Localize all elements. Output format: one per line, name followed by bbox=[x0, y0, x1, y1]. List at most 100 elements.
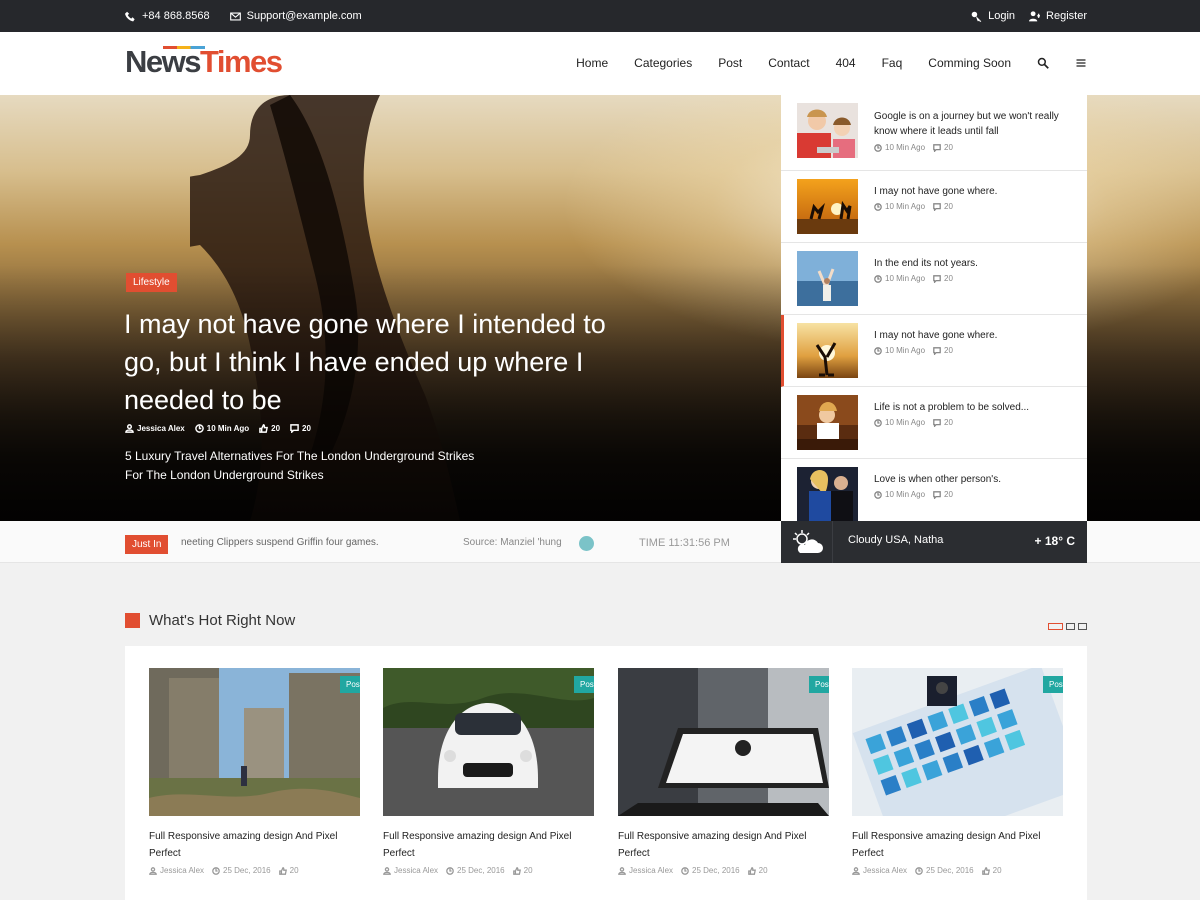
comment-icon bbox=[933, 274, 941, 283]
just-in-label: Just In bbox=[125, 535, 169, 554]
side-post-item[interactable]: Google is on a journey but we won't real… bbox=[781, 95, 1087, 171]
nav-404[interactable]: 404 bbox=[836, 56, 856, 70]
phone-icon bbox=[125, 11, 135, 21]
post-card[interactable]: Post Full Responsive amazing design And … bbox=[618, 668, 829, 875]
clock-icon bbox=[874, 274, 882, 283]
post-thumbnail bbox=[797, 323, 858, 378]
side-post-meta: 10 Min Ago 20 bbox=[874, 490, 953, 499]
pager-dot[interactable] bbox=[1078, 623, 1087, 630]
post-card-badge[interactable]: Post bbox=[808, 676, 829, 693]
clock-icon bbox=[212, 866, 220, 875]
nav-faq[interactable]: Faq bbox=[882, 56, 903, 70]
side-post-item[interactable]: In the end its not years. 10 Min Ago 20 bbox=[781, 243, 1087, 315]
key-icon bbox=[971, 11, 982, 22]
register-link[interactable]: Register bbox=[1029, 10, 1087, 22]
side-post-item[interactable]: Love is when other person's. 10 Min Ago … bbox=[781, 459, 1087, 522]
post-card-badge[interactable]: Post bbox=[573, 676, 594, 693]
side-post-list: Google is on a journey but we won't real… bbox=[781, 95, 1087, 522]
post-card-meta: Jessica Alex 25 Dec, 2016 20 bbox=[149, 866, 360, 875]
user-icon bbox=[125, 424, 134, 433]
post-card-title[interactable]: Full Responsive amazing design And Pixel… bbox=[618, 828, 818, 862]
post-card-meta: Jessica Alex 25 Dec, 2016 20 bbox=[618, 866, 829, 875]
post-card[interactable]: Post Full Responsive amazing design And … bbox=[383, 668, 594, 875]
post-card-image: Post bbox=[149, 668, 360, 816]
side-post-item[interactable]: Life is not a problem to be solved... 10… bbox=[781, 387, 1087, 459]
post-card-image: Post bbox=[383, 668, 594, 816]
hero-meta: Jessica Alex 10 Min Ago 20 20 bbox=[125, 424, 311, 433]
comment-icon bbox=[290, 424, 299, 433]
pager-dot-active[interactable] bbox=[1048, 623, 1063, 630]
post-card-title[interactable]: Full Responsive amazing design And Pixel… bbox=[149, 828, 349, 862]
user-icon bbox=[383, 866, 391, 875]
post-thumbnail bbox=[797, 395, 858, 450]
side-post-item-active[interactable]: I may not have gone where. 10 Min Ago 20 bbox=[781, 315, 1087, 387]
login-link[interactable]: Login bbox=[971, 10, 1015, 22]
nav-coming-soon[interactable]: Comming Soon bbox=[928, 56, 1011, 70]
thumbs-up-icon bbox=[259, 424, 269, 433]
nav-contact[interactable]: Contact bbox=[768, 56, 809, 70]
hero-category-tag[interactable]: Lifestyle bbox=[126, 273, 177, 292]
user-icon bbox=[852, 866, 860, 875]
phone-contact[interactable]: +84 868.8568 bbox=[125, 10, 210, 22]
post-thumbnail bbox=[797, 467, 858, 522]
side-post-meta: 10 Min Ago 20 bbox=[874, 346, 953, 355]
post-card-image: Post bbox=[852, 668, 1063, 816]
user-icon bbox=[618, 866, 626, 875]
hero-comments: 20 bbox=[290, 424, 311, 433]
side-post-meta: 10 Min Ago 20 bbox=[874, 143, 953, 152]
search-icon[interactable] bbox=[1037, 57, 1049, 69]
weather-location: Cloudy USA, Natha bbox=[848, 534, 944, 546]
post-card[interactable]: Post Full Responsive amazing design And … bbox=[852, 668, 1063, 875]
comment-icon bbox=[933, 143, 941, 152]
side-post-meta: 10 Min Ago 20 bbox=[874, 202, 953, 211]
comment-icon bbox=[933, 418, 941, 427]
hero-title[interactable]: I may not have gone where I intended to … bbox=[124, 305, 644, 419]
hero-subtitle[interactable]: 5 Luxury Travel Alternatives For The Lon… bbox=[125, 447, 474, 485]
side-post-item[interactable]: I may not have gone where. 10 Min Ago 20 bbox=[781, 171, 1087, 243]
logo-stripe bbox=[163, 46, 205, 49]
email-contact[interactable]: Support@example.com bbox=[229, 10, 362, 22]
weather-temperature: + 18° C bbox=[1034, 534, 1076, 548]
pager-dot[interactable] bbox=[1066, 623, 1075, 630]
menu-icon[interactable] bbox=[1075, 57, 1087, 69]
clock-icon bbox=[915, 866, 923, 875]
comment-icon bbox=[933, 346, 941, 355]
user-plus-icon bbox=[1029, 10, 1041, 21]
nav-categories[interactable]: Categories bbox=[634, 56, 692, 70]
nav-home[interactable]: Home bbox=[576, 56, 608, 70]
clock-icon bbox=[874, 418, 882, 427]
clock-icon bbox=[446, 866, 454, 875]
clock-icon bbox=[874, 490, 882, 499]
comment-icon bbox=[933, 202, 941, 211]
thumbs-up-icon bbox=[747, 866, 756, 875]
news-ticker: Just In neeting Clippers suspend Griffin… bbox=[0, 521, 1200, 563]
nav-post[interactable]: Post bbox=[718, 56, 742, 70]
section-heading: What's Hot Right Now bbox=[125, 612, 295, 629]
main-nav: Home Categories Post Contact 404 Faq Com… bbox=[576, 56, 1087, 70]
site-header: NewsTimes Home Categories Post Contact 4… bbox=[0, 32, 1200, 95]
clock-icon bbox=[194, 424, 204, 433]
post-card[interactable]: Post Full Responsive amazing design And … bbox=[149, 668, 360, 875]
post-card-meta: Jessica Alex 25 Dec, 2016 20 bbox=[383, 866, 594, 875]
hero-time: 10 Min Ago bbox=[194, 424, 249, 433]
weather-icon-box bbox=[781, 521, 833, 563]
section-title: What's Hot Right Now bbox=[149, 612, 296, 629]
hero-likes: 20 bbox=[259, 424, 280, 433]
post-card-badge[interactable]: Post bbox=[1042, 676, 1063, 693]
post-card-badge[interactable]: Post bbox=[339, 676, 360, 693]
hero-author[interactable]: Jessica Alex bbox=[125, 424, 185, 433]
section-marker bbox=[125, 613, 140, 628]
ticker-headline[interactable]: neeting Clippers suspend Griffin four ga… bbox=[181, 537, 379, 548]
clock-icon bbox=[874, 143, 882, 152]
mail-icon bbox=[229, 12, 241, 20]
comment-icon bbox=[933, 490, 941, 499]
cloudy-sun-icon bbox=[792, 530, 823, 553]
ticker-source[interactable]: Source: Manziel 'hung bbox=[463, 537, 562, 548]
post-card-title[interactable]: Full Responsive amazing design And Pixel… bbox=[383, 828, 583, 862]
post-card-image: Post bbox=[618, 668, 829, 816]
clock-icon bbox=[874, 202, 882, 211]
post-thumbnail bbox=[797, 179, 858, 234]
site-logo[interactable]: NewsTimes bbox=[125, 44, 283, 80]
thumbs-up-icon bbox=[278, 866, 287, 875]
post-card-title[interactable]: Full Responsive amazing design And Pixel… bbox=[852, 828, 1052, 862]
